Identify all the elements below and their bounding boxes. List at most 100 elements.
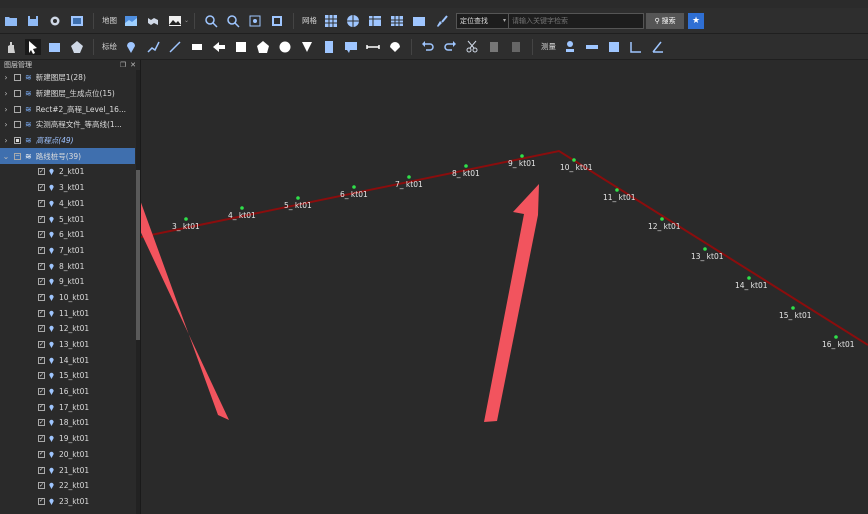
feature-row[interactable]: ✓ 21_kt01	[0, 462, 135, 478]
layer-row[interactable]: › ≋ 新建图层1(28)	[0, 70, 135, 86]
chevron-right-icon[interactable]: ›	[0, 73, 12, 82]
settings-gear-icon[interactable]	[47, 13, 63, 29]
feature-row[interactable]: ✓ 9_kt01	[0, 274, 135, 290]
layer-row[interactable]: › ≋ Rect#2_高程_Level_16...	[0, 101, 135, 117]
triangle-icon[interactable]	[299, 39, 315, 55]
text-label-icon[interactable]	[343, 39, 359, 55]
dimension-icon[interactable]	[365, 39, 381, 55]
zoom-extent-icon[interactable]	[247, 13, 263, 29]
feature-checkbox[interactable]: ✓	[38, 341, 45, 349]
layer-checkbox[interactable]: −	[14, 152, 21, 160]
globe-grid-icon[interactable]	[345, 13, 361, 29]
layer-row[interactable]: › ≋ 实测高程文件_等高线(1...	[0, 117, 135, 133]
layer-row[interactable]: › ≋ 高程点(49)	[0, 133, 135, 149]
map-canvas[interactable]: 3_ kt01 4_ kt01 5_ kt01 6_ kt01 7_ kt01 8_ kt…	[141, 60, 868, 514]
feature-row[interactable]: ✓ 18_kt01	[0, 415, 135, 431]
open-folder-icon[interactable]	[3, 13, 19, 29]
search-input[interactable]	[509, 12, 645, 29]
cut-scissors-icon[interactable]	[464, 39, 480, 55]
panel-scrollbar[interactable]	[136, 70, 140, 514]
grid-icon[interactable]	[323, 13, 339, 29]
image-window-icon[interactable]	[69, 13, 85, 29]
feature-row[interactable]: ✓ 10_kt01	[0, 290, 135, 306]
full-extent-icon[interactable]	[269, 13, 285, 29]
feature-checkbox[interactable]: ✓	[38, 246, 45, 254]
basemap-icon[interactable]	[123, 13, 139, 29]
paste-icon[interactable]	[508, 39, 524, 55]
feature-checkbox[interactable]: ✓	[38, 231, 45, 239]
polyline-icon[interactable]	[145, 39, 161, 55]
layer-checkbox[interactable]	[14, 105, 21, 113]
clear-brush-icon[interactable]	[433, 13, 449, 29]
feature-row[interactable]: ✓ 19_kt01	[0, 431, 135, 447]
zoom-out-icon[interactable]	[225, 13, 241, 29]
feature-row[interactable]: ✓ 22_kt01	[0, 478, 135, 494]
chevron-down-icon[interactable]: ⌄	[0, 152, 12, 161]
layer-row[interactable]: › ≋ 新建图层_生成点位(15)	[0, 86, 135, 102]
feature-checkbox[interactable]: ✓	[38, 388, 45, 396]
chevron-right-icon[interactable]: ›	[0, 89, 12, 98]
point-marker-icon[interactable]	[123, 39, 139, 55]
feature-checkbox[interactable]: ✓	[38, 293, 45, 301]
save-icon[interactable]	[25, 13, 41, 29]
measure-distance-icon[interactable]	[584, 39, 600, 55]
zoom-in-icon[interactable]	[203, 13, 219, 29]
feature-checkbox[interactable]: ✓	[38, 482, 45, 490]
square-icon[interactable]	[233, 39, 249, 55]
copy-icon[interactable]	[486, 39, 502, 55]
feature-checkbox[interactable]: ✓	[38, 450, 45, 458]
feature-row[interactable]: ✓ 11_kt01	[0, 305, 135, 321]
chevron-right-icon[interactable]: ›	[0, 105, 12, 114]
terrain-icon[interactable]	[167, 13, 183, 29]
feature-row[interactable]: ✓ 8_kt01	[0, 258, 135, 274]
feature-checkbox[interactable]: ✓	[38, 168, 45, 176]
pentagon-icon[interactable]	[255, 39, 271, 55]
feature-row[interactable]: ✓ 4_kt01	[0, 196, 135, 212]
chevron-right-icon[interactable]: ›	[0, 136, 12, 145]
feature-checkbox[interactable]: ✓	[38, 278, 45, 286]
feature-row[interactable]: ✓ 16_kt01	[0, 384, 135, 400]
feature-row[interactable]: ✓ 13_kt01	[0, 337, 135, 353]
feature-row[interactable]: ✓ 3_kt01	[0, 180, 135, 196]
map-label[interactable]: 地图	[102, 15, 117, 26]
feature-row[interactable]: ✓ 17_kt01	[0, 399, 135, 415]
annotate-label[interactable]: 标绘	[102, 41, 117, 52]
chevron-right-icon[interactable]: ›	[0, 120, 12, 129]
rectangle-icon[interactable]	[189, 39, 205, 55]
close-icon[interactable]: ✕	[130, 61, 136, 69]
line-icon[interactable]	[167, 39, 183, 55]
feature-row[interactable]: ✓ 12_kt01	[0, 321, 135, 337]
layer-row-selected[interactable]: ⌄ − ≋ 路线桩号(39)	[0, 148, 135, 165]
feature-checkbox[interactable]: ✓	[38, 325, 45, 333]
feature-row[interactable]: ✓ 14_kt01	[0, 352, 135, 368]
select-arrow-icon[interactable]	[25, 38, 41, 55]
table-grid-icon[interactable]	[367, 13, 383, 29]
search-type-select[interactable]: 定位查找 ▾	[456, 12, 510, 29]
feature-row[interactable]: ✓ 23_kt01	[0, 494, 135, 510]
image-select-icon[interactable]	[47, 39, 63, 55]
feature-row[interactable]: ✓ 2_kt01	[0, 164, 135, 180]
polygon-select-icon[interactable]	[69, 39, 85, 55]
feature-checkbox[interactable]: ✓	[38, 215, 45, 223]
arrow-shape-icon[interactable]	[211, 39, 227, 55]
redo-icon[interactable]	[442, 39, 458, 55]
feature-checkbox[interactable]: ✓	[38, 199, 45, 207]
world-map-icon[interactable]	[145, 13, 161, 29]
feature-row[interactable]: ✓ 6_kt01	[0, 227, 135, 243]
feature-checkbox[interactable]: ✓	[38, 309, 45, 317]
pan-hand-icon[interactable]	[3, 39, 19, 55]
scrollbar-thumb[interactable]	[136, 170, 140, 340]
feature-checkbox[interactable]: ✓	[38, 466, 45, 474]
measure-slope-icon[interactable]	[650, 39, 666, 55]
spreadsheet-icon[interactable]	[389, 13, 405, 29]
feature-row[interactable]: ✓ 20_kt01	[0, 447, 135, 463]
restore-window-icon[interactable]: ❐	[120, 61, 126, 69]
blob-shape-icon[interactable]	[387, 39, 403, 55]
undo-icon[interactable]	[420, 39, 436, 55]
measure-angle-icon[interactable]	[628, 39, 644, 55]
feature-checkbox[interactable]: ✓	[38, 403, 45, 411]
feature-checkbox[interactable]: ✓	[38, 184, 45, 192]
measure-label[interactable]: 测量	[541, 41, 556, 52]
search-button[interactable]: ⚲ 搜索	[646, 12, 685, 29]
layer-checkbox[interactable]	[14, 90, 21, 98]
